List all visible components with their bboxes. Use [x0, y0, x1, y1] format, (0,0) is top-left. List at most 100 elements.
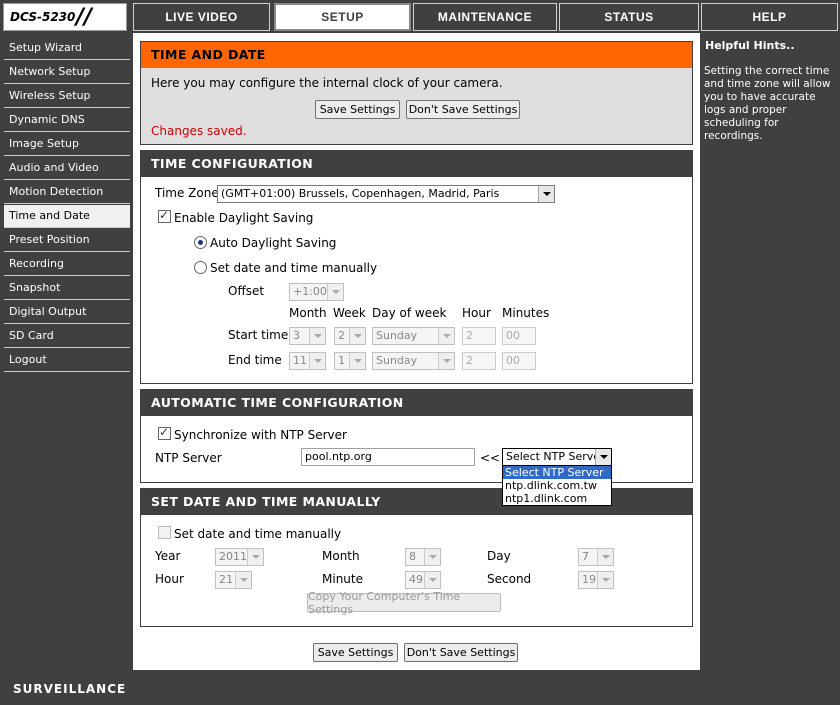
minute-select[interactable]: 49 — [405, 571, 441, 589]
end-time-label: End time — [228, 353, 282, 367]
sidebar-item-preset-position[interactable]: Preset Position — [4, 229, 130, 252]
column-hour-label: Hour — [462, 306, 491, 320]
sidebar-item-motion-detection[interactable]: Motion Detection — [4, 181, 130, 204]
sync-ntp-label: Synchronize with NTP Server — [174, 428, 347, 442]
save-settings-button-top[interactable]: Save Settings — [315, 100, 400, 119]
end-month-value: 11 — [293, 354, 307, 367]
sidebar-item-digital-output[interactable]: Digital Output — [4, 301, 130, 324]
manual-daylight-saving-label: Set date and time manually — [210, 261, 378, 275]
end-month-select[interactable]: 11 — [289, 352, 326, 370]
chevron-down-icon — [438, 353, 454, 369]
product-logo: DCS-5230 // — [3, 3, 127, 31]
end-week-select[interactable]: 1 — [334, 352, 366, 370]
timezone-label: Time Zone — [155, 186, 219, 200]
time-configuration-panel: TIME CONFIGURATION Time Zone (GMT+01:00)… — [140, 150, 693, 384]
hour-select[interactable]: 21 — [215, 571, 252, 589]
logo-slashes: // — [76, 5, 93, 30]
intro-description: Here you may configure the internal cloc… — [151, 76, 503, 90]
chevron-down-icon — [424, 549, 440, 565]
automatic-time-configuration-title: AUTOMATIC TIME CONFIGURATION — [141, 390, 692, 416]
ntp-server-input[interactable]: pool.ntp.org — [301, 448, 475, 466]
sidebar-item-image-setup[interactable]: Image Setup — [4, 133, 130, 156]
tab-maintenance[interactable]: MAINTENANCE — [413, 3, 557, 31]
start-month-select[interactable]: 3 — [289, 327, 326, 345]
sidebar-item-setup-wizard[interactable]: Setup Wizard — [4, 37, 130, 60]
second-select[interactable]: 19 — [578, 571, 614, 589]
ntp-server-dropdown-list: Select NTP Server ntp.dlink.com.tw ntp1.… — [502, 465, 612, 506]
month-select[interactable]: 8 — [405, 548, 441, 566]
sidebar-item-recording[interactable]: Recording — [4, 253, 130, 276]
auto-daylight-saving-label: Auto Daylight Saving — [210, 236, 337, 250]
copy-computer-time-button[interactable]: Copy Your Computer's Time Settings — [307, 590, 501, 616]
year-select[interactable]: 2011 — [215, 548, 264, 566]
end-hour-input[interactable]: 2 — [462, 352, 496, 370]
start-hour-input[interactable]: 2 — [462, 327, 496, 345]
sidebar-item-dynamic-dns[interactable]: Dynamic DNS — [4, 109, 130, 132]
enable-daylight-saving-checkbox[interactable] — [158, 208, 171, 223]
help-text: Setting the correct time and time zone w… — [704, 65, 831, 142]
main-content: TIME AND DATE Here you may configure the… — [133, 33, 700, 670]
chevron-down-icon — [597, 572, 613, 588]
day-select[interactable]: 7 — [578, 548, 614, 566]
sidebar-item-snapshot[interactable]: Snapshot — [4, 277, 130, 300]
start-week-select[interactable]: 2 — [334, 327, 366, 345]
chevron-down-icon — [438, 328, 454, 344]
top-bar: DCS-5230 // LIVE VIDEO SETUP MAINTENANCE… — [0, 0, 840, 33]
sidebar-item-time-and-date[interactable]: Time and Date — [4, 205, 130, 228]
dont-save-settings-button-top[interactable]: Don't Save Settings — [406, 100, 520, 119]
save-settings-button-bottom[interactable]: Save Settings — [313, 643, 398, 662]
sync-ntp-checkbox[interactable] — [158, 425, 171, 440]
day-label: Day — [487, 549, 511, 563]
chevron-down-icon — [309, 353, 325, 369]
ntp-option[interactable]: ntp1.dlink.com — [503, 492, 611, 505]
timezone-value: (GMT+01:00) Brussels, Copenhagen, Madrid… — [221, 187, 500, 200]
end-day-of-week-select[interactable]: Sunday — [372, 352, 455, 370]
sidebar-item-sd-card[interactable]: SD Card — [4, 325, 130, 348]
column-month-label: Month — [289, 306, 327, 320]
chevron-down-icon — [247, 549, 263, 565]
dont-save-settings-button-bottom[interactable]: Don't Save Settings — [404, 643, 518, 662]
ntp-server-select[interactable]: Select NTP Server — [502, 448, 612, 466]
sidebar-item-logout[interactable]: Logout — [4, 349, 130, 372]
start-day-of-week-value: Sunday — [376, 329, 418, 342]
day-value: 7 — [582, 550, 589, 563]
ntp-server-label: NTP Server — [155, 451, 222, 465]
month-label: Month — [322, 549, 360, 563]
tab-setup[interactable]: SETUP — [274, 3, 411, 31]
offset-select[interactable]: +1:00 — [289, 283, 344, 301]
ntp-option[interactable]: ntp.dlink.com.tw — [503, 479, 611, 492]
chevron-down-icon — [349, 328, 365, 344]
start-minutes-input[interactable]: 00 — [502, 327, 536, 345]
manual-daylight-saving-radio[interactable] — [194, 261, 207, 274]
start-day-of-week-select[interactable]: Sunday — [372, 327, 455, 345]
sidebar-item-wireless-setup[interactable]: Wireless Setup — [4, 85, 130, 108]
column-minutes-label: Minutes — [502, 306, 550, 320]
offset-label: Offset — [228, 284, 265, 298]
timezone-select[interactable]: (GMT+01:00) Brussels, Copenhagen, Madrid… — [217, 185, 555, 203]
sidebar-item-network-setup[interactable]: Network Setup — [4, 61, 130, 84]
ntp-option[interactable]: Select NTP Server — [503, 466, 611, 479]
page-title: TIME AND DATE — [141, 42, 692, 68]
time-and-date-intro-panel: TIME AND DATE Here you may configure the… — [140, 41, 693, 145]
sidebar-item-audio-video[interactable]: Audio and Video — [4, 157, 130, 180]
status-message: Changes saved. — [151, 124, 247, 138]
tab-live-video[interactable]: LIVE VIDEO — [133, 3, 270, 31]
minute-label: Minute — [322, 572, 363, 586]
column-week-label: Week — [333, 306, 366, 320]
footer-brand: SURVEILLANCE — [13, 682, 127, 696]
model-name: DCS-5230 — [10, 10, 76, 24]
end-minutes-input[interactable]: 00 — [502, 352, 536, 370]
end-day-of-week-value: Sunday — [376, 354, 418, 367]
chevron-down-icon — [424, 572, 440, 588]
auto-daylight-saving-radio[interactable] — [194, 236, 207, 249]
chevron-down-icon — [595, 449, 611, 465]
tab-status[interactable]: STATUS — [559, 3, 699, 31]
chevron-down-icon — [327, 284, 343, 300]
start-time-label: Start time — [228, 328, 289, 342]
tab-help[interactable]: HELP — [701, 3, 838, 31]
second-value: 19 — [582, 573, 596, 586]
end-week-value: 1 — [338, 354, 345, 367]
offset-value: +1:00 — [293, 285, 327, 298]
start-month-value: 3 — [293, 329, 300, 342]
set-manual-checkbox[interactable] — [158, 526, 171, 539]
